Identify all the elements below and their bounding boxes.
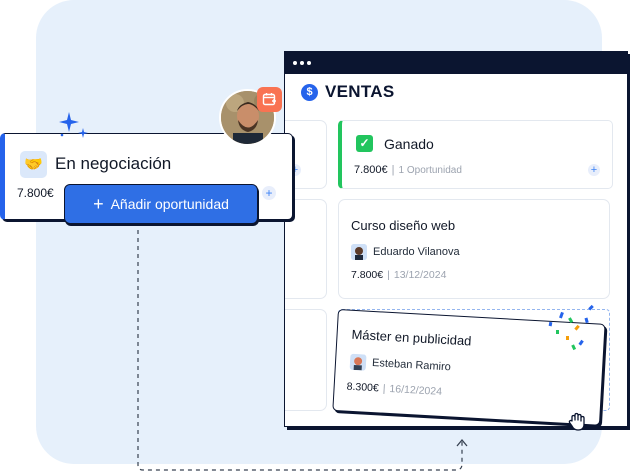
column-amount: 7.800€ — [354, 164, 388, 176]
card-title: Máster en publicidad — [351, 326, 472, 349]
dragged-opportunity-card[interactable]: Máster en publicidad Esteban Ramiro 8.30… — [332, 309, 606, 426]
separator: | — [382, 382, 386, 395]
sparkle-icon — [59, 112, 88, 138]
window-header: $ VENTAS — [301, 82, 395, 102]
add-icon[interactable]: + — [588, 164, 600, 176]
add-opportunity-label: Añadir oportunidad — [110, 196, 229, 212]
avatar — [351, 244, 367, 260]
column-summary: 7.800€ | 1 Oportunidad — [354, 164, 462, 176]
add-opportunity-button[interactable]: + Añadir oportunidad — [64, 184, 258, 224]
column-amount: 7.800€ — [17, 186, 54, 200]
opportunity-count: 1 Oportunidad — [398, 165, 462, 176]
page-title: VENTAS — [325, 82, 395, 101]
calendar-icon — [257, 87, 282, 112]
opportunity-card[interactable]: Curso diseño web Eduardo Vilanova 7.800€… — [338, 199, 610, 299]
check-icon: ✓ — [356, 135, 373, 152]
window-dot — [300, 61, 304, 65]
card-owner: Esteban Ramiro — [371, 356, 452, 374]
card-amount: 7.800€ — [351, 269, 384, 281]
column-title: Ganado — [384, 136, 434, 152]
separator: | — [391, 164, 395, 176]
handshake-icon: 🤝 — [20, 151, 47, 178]
card-summary: 8.300€ | 16/12/2024 — [346, 381, 442, 398]
window-titlebar — [285, 52, 627, 74]
card-date: 13/12/2024 — [393, 269, 447, 281]
card-amount: 8.300€ — [346, 380, 380, 395]
add-icon[interactable]: + — [262, 186, 276, 200]
plus-icon: + — [93, 194, 104, 214]
card-summary: 7.800€ | 13/12/2024 — [351, 269, 446, 281]
window-dot — [293, 61, 297, 65]
left-column-card — [285, 309, 327, 411]
column-header-ganado[interactable]: ✓ Ganado 7.800€ | 1 Oportunidad + — [338, 120, 613, 189]
dollar-icon: $ — [301, 83, 318, 101]
window-dot — [307, 61, 311, 65]
grab-hand-icon — [568, 412, 585, 431]
avatar — [349, 353, 367, 371]
column-title: En negociación — [55, 154, 172, 173]
card-owner: Eduardo Vilanova — [373, 246, 460, 258]
card-date: 16/12/2024 — [389, 383, 443, 398]
card-title: Curso diseño web — [351, 218, 456, 233]
separator: | — [387, 269, 390, 281]
